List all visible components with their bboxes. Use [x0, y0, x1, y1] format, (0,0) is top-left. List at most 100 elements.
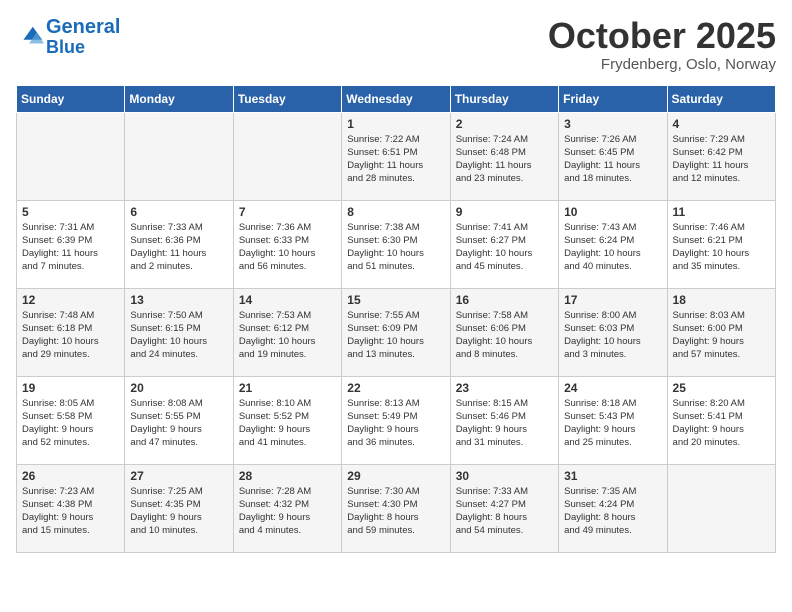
day-number: 5: [22, 205, 119, 219]
calendar-cell: [233, 112, 341, 200]
calendar-cell: 27 Sunrise: 7:25 AM Sunset: 4:35 PM Dayli…: [125, 464, 233, 552]
day-number: 21: [239, 381, 336, 395]
logo-general: General: [46, 16, 120, 38]
calendar-week-row: 12 Sunrise: 7:48 AM Sunset: 6:18 PM Dayli…: [17, 288, 776, 376]
day-number: 1: [347, 117, 444, 131]
calendar-cell: 19 Sunrise: 8:05 AM Sunset: 5:58 PM Dayli…: [17, 376, 125, 464]
calendar-week-row: 1 Sunrise: 7:22 AM Sunset: 6:51 PM Daylig…: [17, 112, 776, 200]
day-number: 2: [456, 117, 553, 131]
location: Frydenberg, Oslo, Norway: [548, 56, 776, 73]
calendar-cell: [17, 112, 125, 200]
calendar-week-row: 19 Sunrise: 8:05 AM Sunset: 5:58 PM Dayli…: [17, 376, 776, 464]
month-title: October 2025: [548, 16, 776, 56]
day-info: Sunrise: 7:48 AM Sunset: 6:18 PM Dayligh…: [22, 309, 119, 362]
day-info: Sunrise: 7:30 AM Sunset: 4:30 PM Dayligh…: [347, 485, 444, 538]
calendar-cell: 23Sunrise: 8:15 AM Sunset: 5:46 PM Dayli…: [450, 376, 558, 464]
day-info: Sunrise: 7:29 AM Sunset: 6:42 PM Dayligh…: [673, 133, 770, 186]
day-info: Sunrise: 7:38 AM Sunset: 6:30 PM Dayligh…: [347, 221, 444, 274]
day-info: Sunrise: 8:18 AM Sunset: 5:43 PM Dayligh…: [564, 397, 661, 450]
day-info: Sunrise: 8:13 AM Sunset: 5:49 PM Dayligh…: [347, 397, 444, 450]
day-info: Sunrise: 7:58 AM Sunset: 6:06 PM Dayligh…: [456, 309, 553, 362]
day-number: 19: [22, 381, 119, 395]
day-info: Sunrise: 8:00 AM Sunset: 6:03 PM Dayligh…: [564, 309, 661, 362]
calendar-cell: 18Sunrise: 8:03 AM Sunset: 6:00 PM Dayli…: [667, 288, 775, 376]
calendar-cell: 13 Sunrise: 7:50 AM Sunset: 6:15 PM Dayli…: [125, 288, 233, 376]
day-number: 27: [130, 469, 227, 483]
calendar-cell: 10 Sunrise: 7:43 AM Sunset: 6:24 PM Dayli…: [559, 200, 667, 288]
day-info: Sunrise: 7:28 AM Sunset: 4:32 PM Dayligh…: [239, 485, 336, 538]
calendar-cell: 30 Sunrise: 7:33 AM Sunset: 4:27 PM Dayli…: [450, 464, 558, 552]
calendar-week-row: 5 Sunrise: 7:31 AM Sunset: 6:39 PM Daylig…: [17, 200, 776, 288]
day-number: 6: [130, 205, 227, 219]
day-info: Sunrise: 7:41 AM Sunset: 6:27 PM Dayligh…: [456, 221, 553, 274]
day-number: 9: [456, 205, 553, 219]
weekday-header: Saturday: [667, 85, 775, 112]
calendar-cell: 17Sunrise: 8:00 AM Sunset: 6:03 PM Dayli…: [559, 288, 667, 376]
day-info: Sunrise: 7:35 AM Sunset: 4:24 PM Dayligh…: [564, 485, 661, 538]
weekday-header: Thursday: [450, 85, 558, 112]
calendar-table: SundayMondayTuesdayWednesdayThursdayFrid…: [16, 85, 776, 553]
day-number: 26: [22, 469, 119, 483]
calendar-cell: 8 Sunrise: 7:38 AM Sunset: 6:30 PM Daylig…: [342, 200, 450, 288]
day-number: 8: [347, 205, 444, 219]
calendar-cell: 5 Sunrise: 7:31 AM Sunset: 6:39 PM Daylig…: [17, 200, 125, 288]
day-info: Sunrise: 7:22 AM Sunset: 6:51 PM Dayligh…: [347, 133, 444, 186]
calendar-cell: 22Sunrise: 8:13 AM Sunset: 5:49 PM Dayli…: [342, 376, 450, 464]
calendar-cell: 20 Sunrise: 8:08 AM Sunset: 5:55 PM Dayli…: [125, 376, 233, 464]
day-info: Sunrise: 7:53 AM Sunset: 6:12 PM Dayligh…: [239, 309, 336, 362]
calendar-cell: 9 Sunrise: 7:41 AM Sunset: 6:27 PM Daylig…: [450, 200, 558, 288]
day-info: Sunrise: 7:25 AM Sunset: 4:35 PM Dayligh…: [130, 485, 227, 538]
day-number: 25: [673, 381, 770, 395]
calendar-cell: 7Sunrise: 7:36 AM Sunset: 6:33 PM Daylig…: [233, 200, 341, 288]
day-info: Sunrise: 7:43 AM Sunset: 6:24 PM Dayligh…: [564, 221, 661, 274]
calendar-cell: 6 Sunrise: 7:33 AM Sunset: 6:36 PM Daylig…: [125, 200, 233, 288]
day-number: 29: [347, 469, 444, 483]
calendar-cell: [667, 464, 775, 552]
day-number: 14: [239, 293, 336, 307]
calendar-cell: 24Sunrise: 8:18 AM Sunset: 5:43 PM Dayli…: [559, 376, 667, 464]
calendar-cell: 1 Sunrise: 7:22 AM Sunset: 6:51 PM Daylig…: [342, 112, 450, 200]
calendar-cell: 14 Sunrise: 7:53 AM Sunset: 6:12 PM Dayli…: [233, 288, 341, 376]
day-info: Sunrise: 7:26 AM Sunset: 6:45 PM Dayligh…: [564, 133, 661, 186]
day-info: Sunrise: 8:15 AM Sunset: 5:46 PM Dayligh…: [456, 397, 553, 450]
calendar-cell: 25 Sunrise: 8:20 AM Sunset: 5:41 PM Dayli…: [667, 376, 775, 464]
day-number: 10: [564, 205, 661, 219]
day-number: 20: [130, 381, 227, 395]
day-info: Sunrise: 7:24 AM Sunset: 6:48 PM Dayligh…: [456, 133, 553, 186]
day-number: 11: [673, 205, 770, 219]
day-info: Sunrise: 7:23 AM Sunset: 4:38 PM Dayligh…: [22, 485, 119, 538]
calendar-header: SundayMondayTuesdayWednesdayThursdayFrid…: [17, 85, 776, 112]
day-number: 15: [347, 293, 444, 307]
calendar-cell: 15Sunrise: 7:55 AM Sunset: 6:09 PM Dayli…: [342, 288, 450, 376]
calendar-cell: 31 Sunrise: 7:35 AM Sunset: 4:24 PM Dayli…: [559, 464, 667, 552]
day-number: 31: [564, 469, 661, 483]
calendar-cell: 3Sunrise: 7:26 AM Sunset: 6:45 PM Daylig…: [559, 112, 667, 200]
day-info: Sunrise: 8:05 AM Sunset: 5:58 PM Dayligh…: [22, 397, 119, 450]
calendar-cell: 12 Sunrise: 7:48 AM Sunset: 6:18 PM Dayli…: [17, 288, 125, 376]
day-info: Sunrise: 8:08 AM Sunset: 5:55 PM Dayligh…: [130, 397, 227, 450]
day-info: Sunrise: 7:36 AM Sunset: 6:33 PM Dayligh…: [239, 221, 336, 274]
logo: General Blue: [16, 16, 120, 58]
day-info: Sunrise: 8:03 AM Sunset: 6:00 PM Dayligh…: [673, 309, 770, 362]
weekday-header: Tuesday: [233, 85, 341, 112]
calendar-cell: 29 Sunrise: 7:30 AM Sunset: 4:30 PM Dayli…: [342, 464, 450, 552]
day-number: 30: [456, 469, 553, 483]
day-info: Sunrise: 7:31 AM Sunset: 6:39 PM Dayligh…: [22, 221, 119, 274]
calendar-body: 1 Sunrise: 7:22 AM Sunset: 6:51 PM Daylig…: [17, 112, 776, 552]
weekday-header: Friday: [559, 85, 667, 112]
day-info: Sunrise: 7:50 AM Sunset: 6:15 PM Dayligh…: [130, 309, 227, 362]
day-number: 12: [22, 293, 119, 307]
calendar-cell: 4Sunrise: 7:29 AM Sunset: 6:42 PM Daylig…: [667, 112, 775, 200]
calendar-cell: 21 Sunrise: 8:10 AM Sunset: 5:52 PM Dayli…: [233, 376, 341, 464]
header: General Blue October 2025 Frydenberg, Os…: [16, 16, 776, 73]
day-info: Sunrise: 8:20 AM Sunset: 5:41 PM Dayligh…: [673, 397, 770, 450]
day-number: 13: [130, 293, 227, 307]
weekday-header: Sunday: [17, 85, 125, 112]
day-info: Sunrise: 8:10 AM Sunset: 5:52 PM Dayligh…: [239, 397, 336, 450]
calendar-cell: 26 Sunrise: 7:23 AM Sunset: 4:38 PM Dayli…: [17, 464, 125, 552]
logo-blue: Blue: [46, 38, 120, 58]
day-info: Sunrise: 7:33 AM Sunset: 6:36 PM Dayligh…: [130, 221, 227, 274]
day-number: 28: [239, 469, 336, 483]
header-row: SundayMondayTuesdayWednesdayThursdayFrid…: [17, 85, 776, 112]
day-info: Sunrise: 7:33 AM Sunset: 4:27 PM Dayligh…: [456, 485, 553, 538]
